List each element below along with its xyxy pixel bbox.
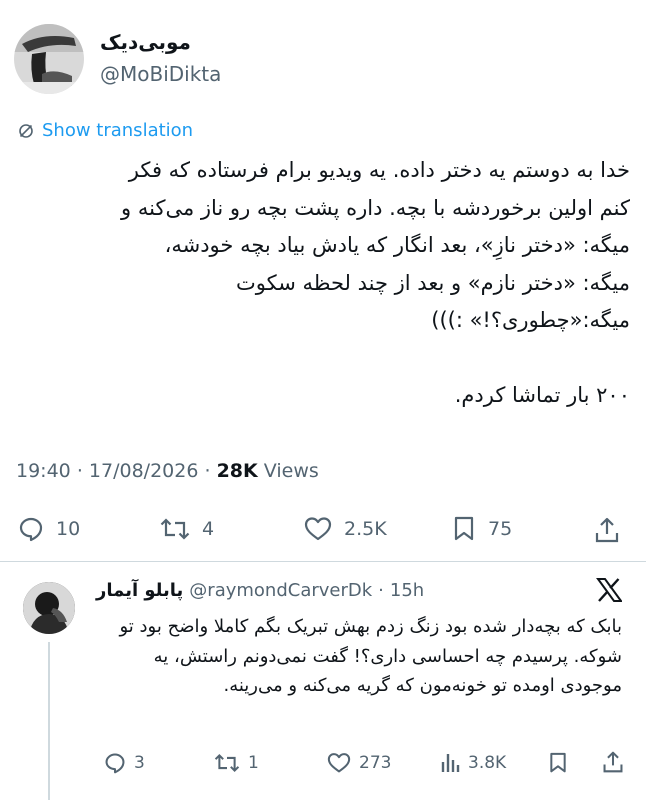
- bookmark-count: 75: [488, 518, 513, 540]
- bookmark-button[interactable]: 75: [452, 516, 512, 542]
- show-translation-label: Show translation: [42, 120, 194, 141]
- tweet-time[interactable]: 19:40: [16, 460, 71, 482]
- heart-icon: [327, 753, 351, 773]
- avatar-image: [14, 24, 84, 94]
- reply-author-handle[interactable]: @raymondCarverDk: [189, 580, 372, 601]
- divider: [0, 561, 646, 562]
- bookmark-icon: [454, 516, 474, 541]
- share-icon: [595, 517, 619, 543]
- reply-retweet-count: 1: [248, 753, 259, 773]
- avatar-image: [23, 582, 75, 634]
- author-handle[interactable]: @MoBiDikta: [100, 62, 221, 86]
- reply-bookmark-button[interactable]: [548, 752, 568, 774]
- views-label: Views: [263, 460, 319, 482]
- like-button[interactable]: 2.5K: [304, 516, 387, 542]
- bookmark-icon: [550, 752, 566, 773]
- reply-views-count: 3.8K: [468, 753, 507, 773]
- reply-reply-count: 3: [134, 753, 145, 773]
- reply-retweet-button[interactable]: 1: [214, 752, 259, 774]
- retweet-count: 4: [202, 518, 215, 540]
- reply-reply-button[interactable]: 3: [104, 752, 145, 774]
- thread-line: [48, 642, 50, 800]
- reply-button[interactable]: 10: [18, 516, 80, 542]
- reply-like-count: 273: [359, 753, 392, 773]
- tweet-text: خدا به دوستم یه دختر داده. یه ویدیو برام…: [121, 158, 630, 407]
- meta-separator: ·: [76, 460, 89, 482]
- reply-count: 10: [56, 518, 81, 540]
- retweet-button[interactable]: 4: [160, 516, 214, 542]
- retweet-icon: [214, 753, 240, 773]
- author-avatar[interactable]: [14, 24, 84, 94]
- reply-time[interactable]: 15h: [390, 580, 424, 601]
- heart-icon: [304, 517, 332, 541]
- like-count: 2.5K: [344, 518, 387, 540]
- views-chart-icon: [441, 754, 460, 772]
- reply-like-button[interactable]: 273: [327, 752, 391, 774]
- author-name[interactable]: موبی‌دیک: [100, 30, 646, 54]
- views-count: 28K: [216, 460, 258, 482]
- reply-author-avatar[interactable]: [23, 582, 75, 634]
- reply-icon: [19, 517, 43, 542]
- reply-text: بابک که بچه‌دار شده بود زنگ زدم بهش تبری…: [119, 616, 623, 696]
- reply-share-button[interactable]: [602, 750, 624, 774]
- reply-icon: [105, 753, 125, 774]
- share-icon: [603, 751, 623, 773]
- tweet-date[interactable]: 17/08/2026: [89, 460, 199, 482]
- reply-header: پابلو آیمار @raymondCarverDk · 15h: [96, 580, 424, 601]
- x-logo-icon: [596, 578, 623, 606]
- reply-views-button[interactable]: 3.8K: [440, 752, 506, 774]
- reply-author-name[interactable]: پابلو آیمار: [96, 580, 183, 601]
- meta-separator: ·: [204, 460, 217, 482]
- translate-icon: [19, 123, 33, 138]
- tweet-meta: 19:40 · 17/08/2026 · 28K Views: [16, 460, 319, 482]
- meta-separator: ·: [378, 580, 384, 601]
- show-translation-link[interactable]: Show translation: [18, 120, 193, 141]
- share-button[interactable]: [594, 516, 620, 544]
- retweet-icon: [160, 518, 190, 540]
